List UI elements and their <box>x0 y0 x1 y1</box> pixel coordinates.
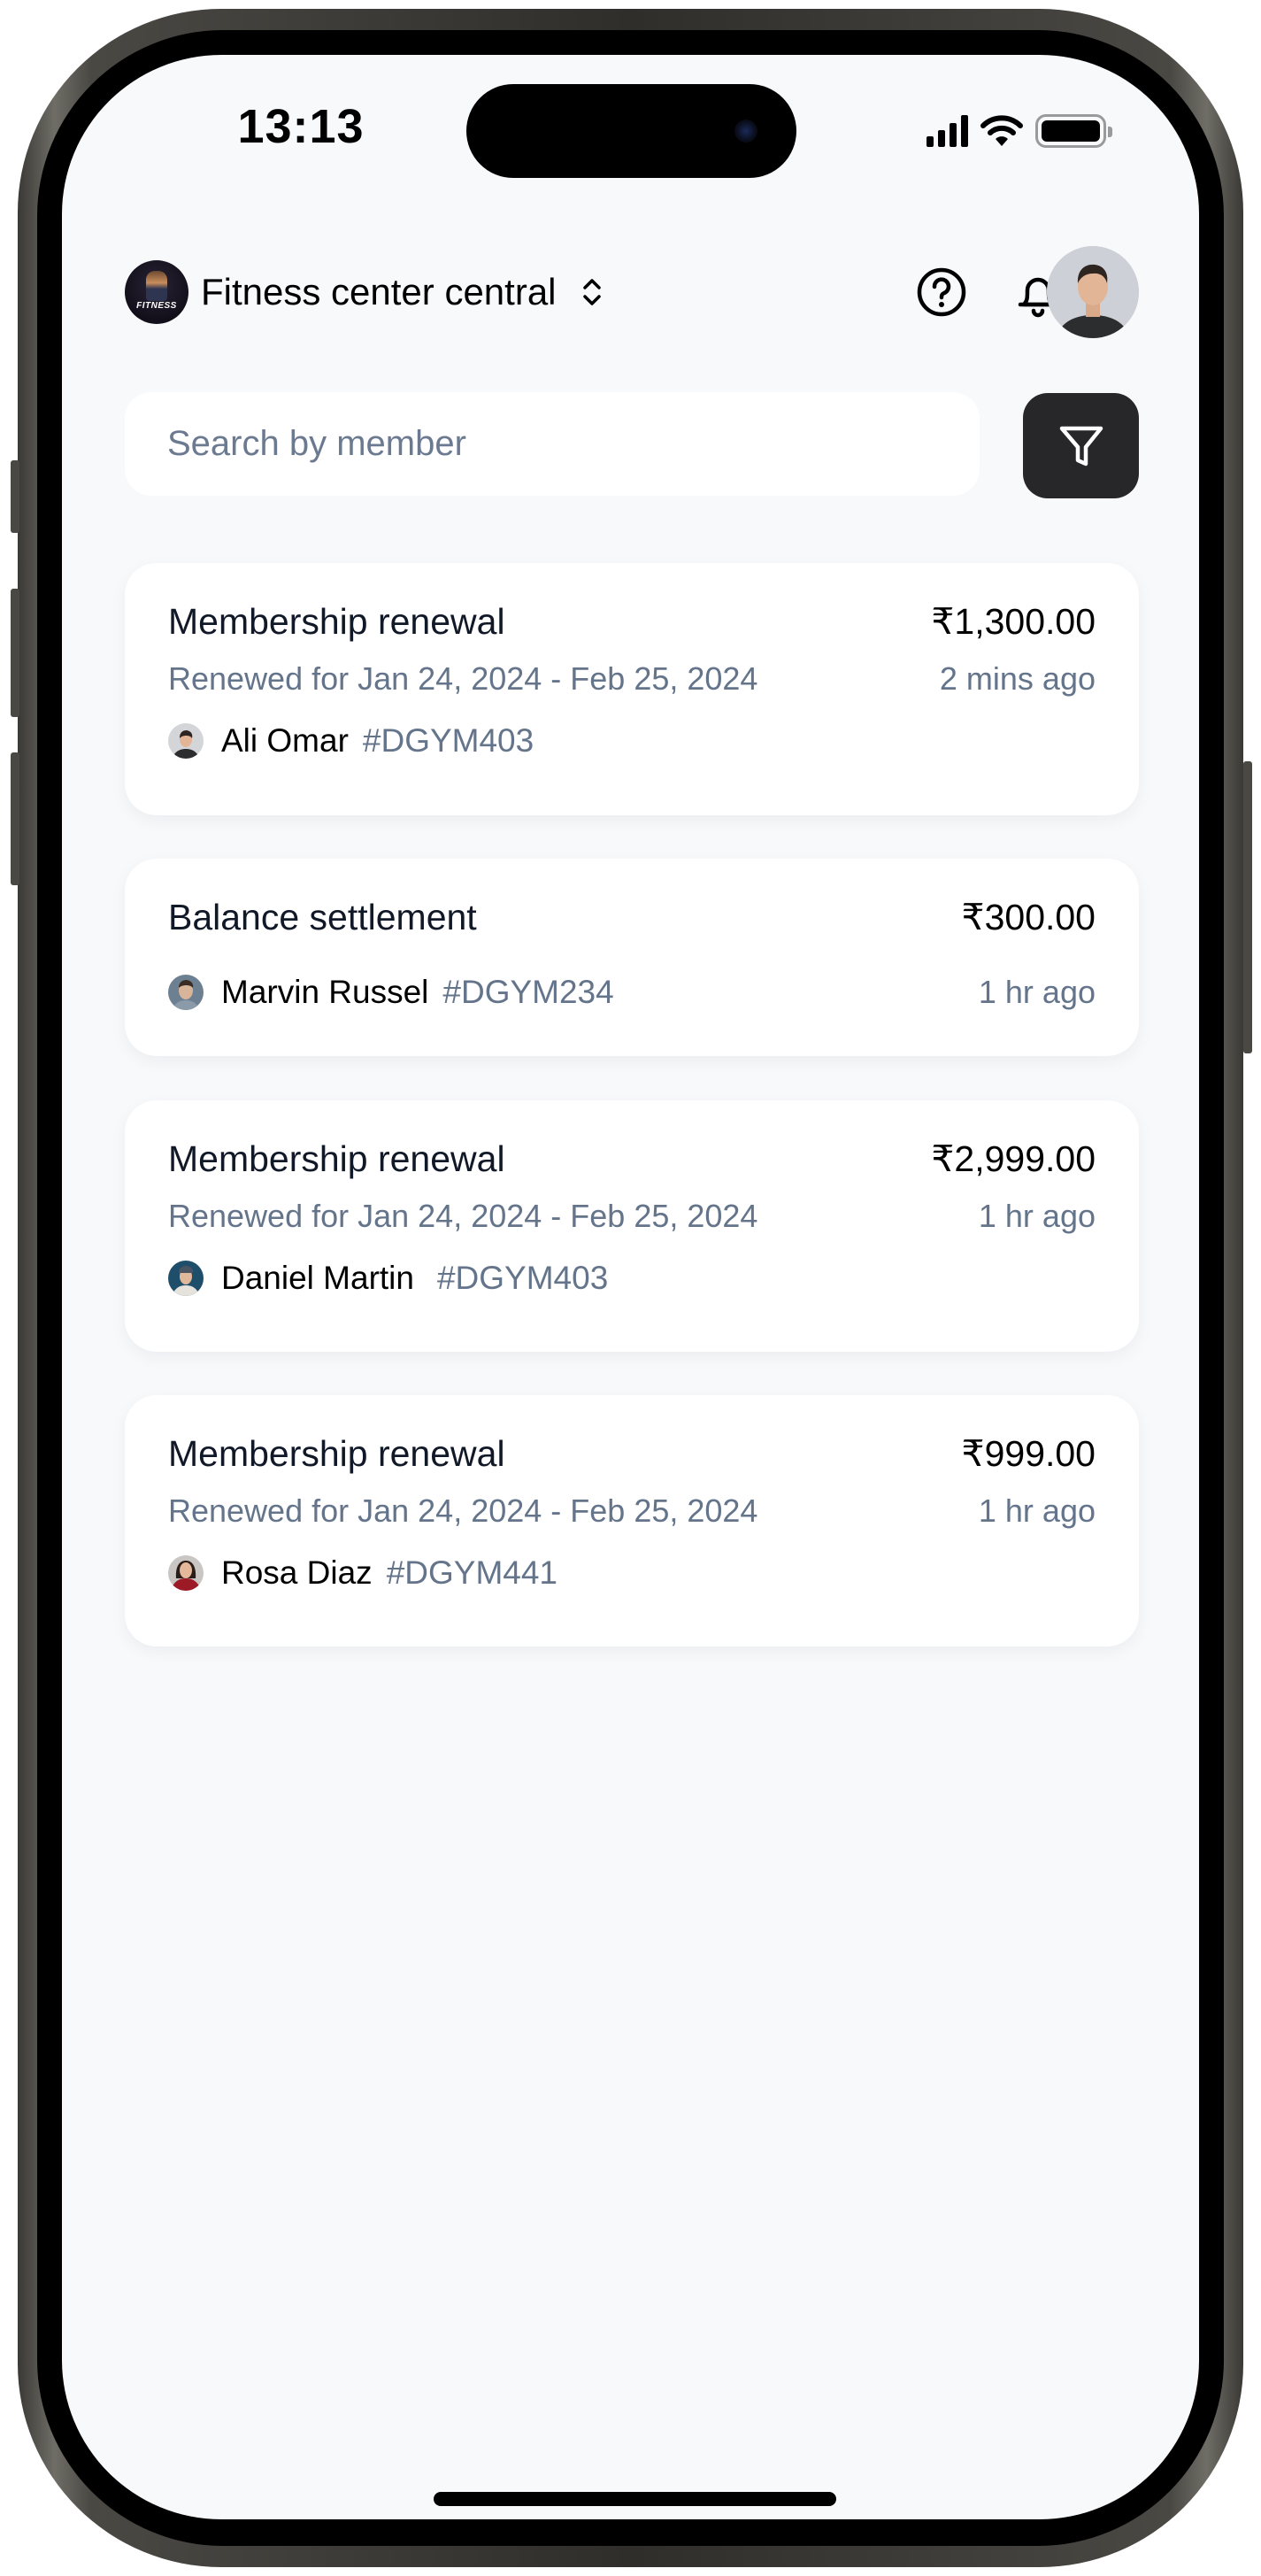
chevron-up-down-icon <box>582 279 601 305</box>
front-camera-icon <box>734 120 757 143</box>
volume-down-button <box>11 752 19 885</box>
search-field[interactable] <box>125 392 980 496</box>
org-name: Fitness center central <box>201 271 557 312</box>
battery-icon <box>1035 114 1112 148</box>
transaction-title: Membership renewal <box>168 1138 505 1179</box>
transaction-card[interactable]: Membership renewal ₹1,300.00 Renewed for… <box>125 563 1139 815</box>
member-id: #DGYM403 <box>362 722 534 759</box>
member-avatar <box>168 1261 204 1296</box>
help-circle-icon[interactable] <box>915 266 968 319</box>
transaction-title: Balance settlement <box>168 896 477 937</box>
transaction-amount: ₹2,999.00 <box>931 1138 1096 1179</box>
transaction-title: Membership renewal <box>168 600 505 642</box>
home-indicator[interactable] <box>434 2492 836 2506</box>
member-name: Ali Omar <box>221 722 349 759</box>
member-name: Rosa Diaz <box>221 1554 373 1591</box>
transaction-time: 1 hr ago <box>978 1492 1096 1529</box>
member-id: #DGYM441 <box>386 1554 557 1591</box>
transaction-time: 1 hr ago <box>978 1198 1096 1234</box>
renewal-period: Renewed for Jan 24, 2024 - Feb 25, 2024 <box>168 1492 758 1529</box>
action-button <box>11 460 19 533</box>
renewal-period: Renewed for Jan 24, 2024 - Feb 25, 2024 <box>168 1198 758 1234</box>
member-info: Daniel Martin #DGYM403 <box>168 1260 608 1297</box>
dynamic-island <box>466 84 796 178</box>
status-time: 13:13 <box>237 100 365 153</box>
volume-up-button <box>11 589 19 717</box>
transaction-time: 1 hr ago <box>978 974 1096 1010</box>
org-logo: FITNESS <box>125 260 188 324</box>
member-avatar <box>168 1555 204 1591</box>
status-icons <box>927 110 1112 152</box>
power-button <box>1243 761 1252 1053</box>
filter-funnel-icon <box>1059 426 1103 466</box>
transaction-title: Membership renewal <box>168 1432 505 1474</box>
transaction-time: 2 mins ago <box>939 660 1096 697</box>
member-info: Marvin Russel #DGYM234 <box>168 974 614 1011</box>
transaction-card[interactable]: Membership renewal ₹2,999.00 Renewed for… <box>125 1100 1139 1352</box>
member-avatar <box>168 723 204 759</box>
member-avatar <box>168 975 204 1010</box>
transaction-card[interactable]: Balance settlement ₹300.00 Marvin Russel… <box>125 859 1139 1056</box>
wifi-icon <box>980 115 1023 146</box>
member-info: Ali Omar #DGYM403 <box>168 722 534 760</box>
search-input[interactable] <box>165 423 980 465</box>
screen: 13:13 FITNESS Fitness center central Sea… <box>62 55 1199 2519</box>
user-avatar-image <box>1047 246 1139 338</box>
cellular-signal-icon <box>927 115 968 147</box>
filter-button[interactable] <box>1023 393 1139 498</box>
org-selector[interactable]: FITNESS Fitness center central <box>125 260 604 324</box>
member-id: #DGYM403 <box>436 1260 609 1296</box>
transaction-amount: ₹999.00 <box>961 1433 1096 1474</box>
transaction-amount: ₹300.00 <box>961 897 1096 937</box>
header: FITNESS Fitness center central <box>125 246 1139 338</box>
transaction-amount: ₹1,300.00 <box>931 601 1096 642</box>
member-info: Rosa Diaz #DGYM441 <box>168 1554 557 1592</box>
transaction-card[interactable]: Membership renewal ₹999.00 Renewed for J… <box>125 1395 1139 1647</box>
renewal-period: Renewed for Jan 24, 2024 - Feb 25, 2024 <box>168 660 758 697</box>
member-name: Daniel Martin <box>221 1260 414 1296</box>
member-name: Marvin Russel <box>221 974 429 1010</box>
member-id: #DGYM234 <box>442 974 614 1010</box>
profile-avatar[interactable] <box>1047 246 1139 338</box>
